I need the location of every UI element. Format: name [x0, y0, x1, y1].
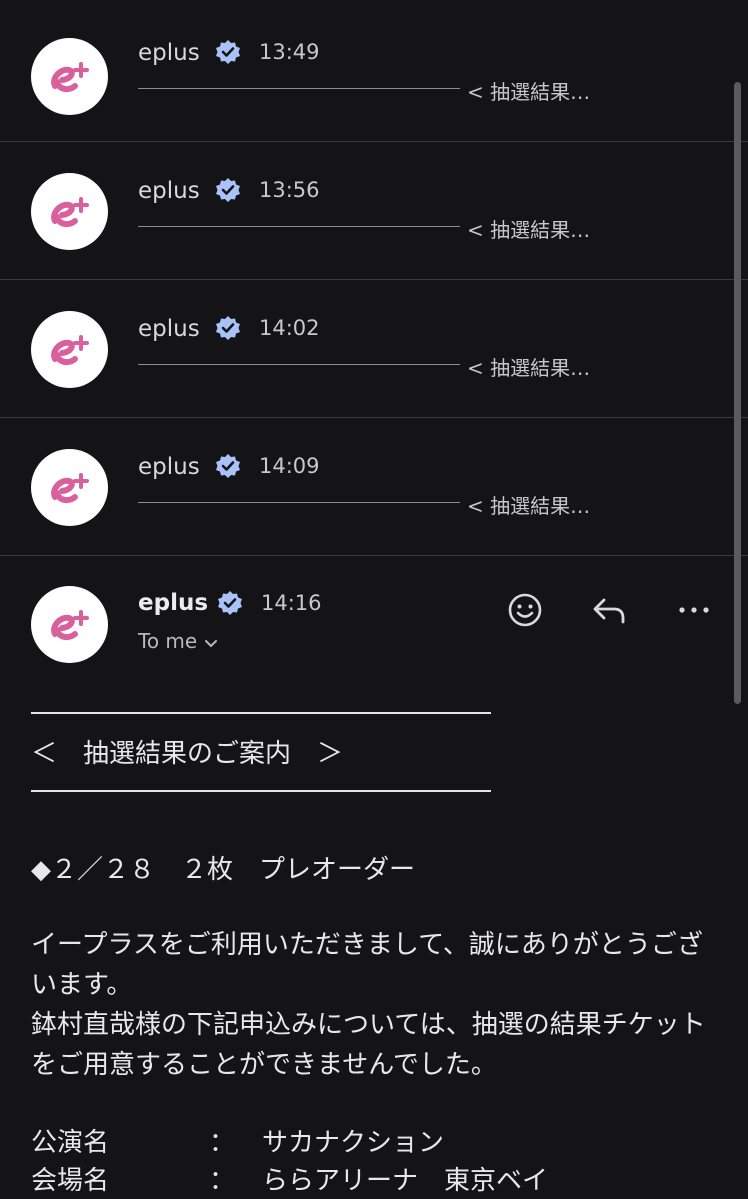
chevron-down-icon — [205, 639, 218, 647]
verified-icon — [216, 40, 240, 64]
greeting-paragraph: イープラスをご利用いただきまして、誠にありがとうございます。 — [31, 930, 703, 1000]
recipient-label: To me — [138, 629, 198, 653]
scrollbar[interactable] — [734, 82, 741, 704]
message-snippet: < 抽選結果… — [467, 356, 591, 380]
message-time: 14:02 — [259, 316, 320, 340]
sender-name: eplus — [138, 316, 200, 342]
sender-name: eplus — [138, 40, 200, 66]
snippet-rule — [138, 88, 460, 89]
heading-rule-top — [31, 712, 491, 714]
venue-value: ららアリーナ 東京ベイ — [262, 1166, 549, 1196]
snippet-rule — [138, 502, 460, 503]
message-snippet: < 抽選結果… — [467, 494, 591, 518]
recipient-toggle[interactable]: To me — [138, 629, 219, 653]
snippet-rule — [138, 364, 460, 365]
thread-item[interactable]: eplus 13:49 < 抽選結果… — [0, 4, 748, 142]
thread-item[interactable]: eplus 13:56 < 抽選結果… — [0, 142, 748, 280]
sender-name: eplus — [138, 178, 200, 204]
verified-icon — [218, 591, 242, 615]
order-line: ◆２／２８ ２枚 プレオーダー — [31, 855, 415, 885]
eplus-avatar — [31, 311, 108, 388]
performance-label: 公演名 — [31, 1128, 110, 1158]
message-time: 14:16 — [261, 591, 322, 615]
result-paragraph: 鉢村直哉様の下記申込みについては、抽選の結果チケットをご用意することができません… — [31, 1010, 706, 1080]
emoji-icon[interactable] — [505, 590, 545, 630]
eplus-avatar — [31, 38, 108, 115]
message-time: 13:49 — [259, 40, 320, 64]
message-heading: ＜ 抽選結果のご案内 ＞ — [31, 739, 344, 769]
verified-icon — [216, 454, 240, 478]
colon: ： — [209, 1128, 236, 1158]
eplus-avatar — [31, 173, 108, 250]
message-snippet: < 抽選結果… — [467, 218, 591, 242]
thread-item[interactable]: eplus 14:09 < 抽選結果… — [0, 418, 748, 556]
message-time: 13:56 — [259, 178, 320, 202]
reply-icon[interactable] — [589, 590, 629, 630]
heading-rule-bottom — [31, 790, 491, 792]
colon: ： — [209, 1166, 236, 1196]
eplus-avatar — [31, 449, 108, 526]
eplus-avatar[interactable] — [31, 586, 108, 663]
snippet-rule — [138, 226, 460, 227]
more-icon[interactable] — [674, 590, 714, 630]
message-time: 14:09 — [259, 454, 320, 478]
sender-name: eplus — [138, 454, 200, 480]
performance-value: サカナクション — [262, 1128, 445, 1158]
message-snippet: < 抽選結果… — [467, 80, 591, 104]
sender-name: eplus — [138, 590, 209, 616]
venue-label: 会場名 — [31, 1166, 110, 1196]
verified-icon — [216, 178, 240, 202]
verified-icon — [216, 316, 240, 340]
thread-item[interactable]: eplus 14:02 < 抽選結果… — [0, 280, 748, 418]
